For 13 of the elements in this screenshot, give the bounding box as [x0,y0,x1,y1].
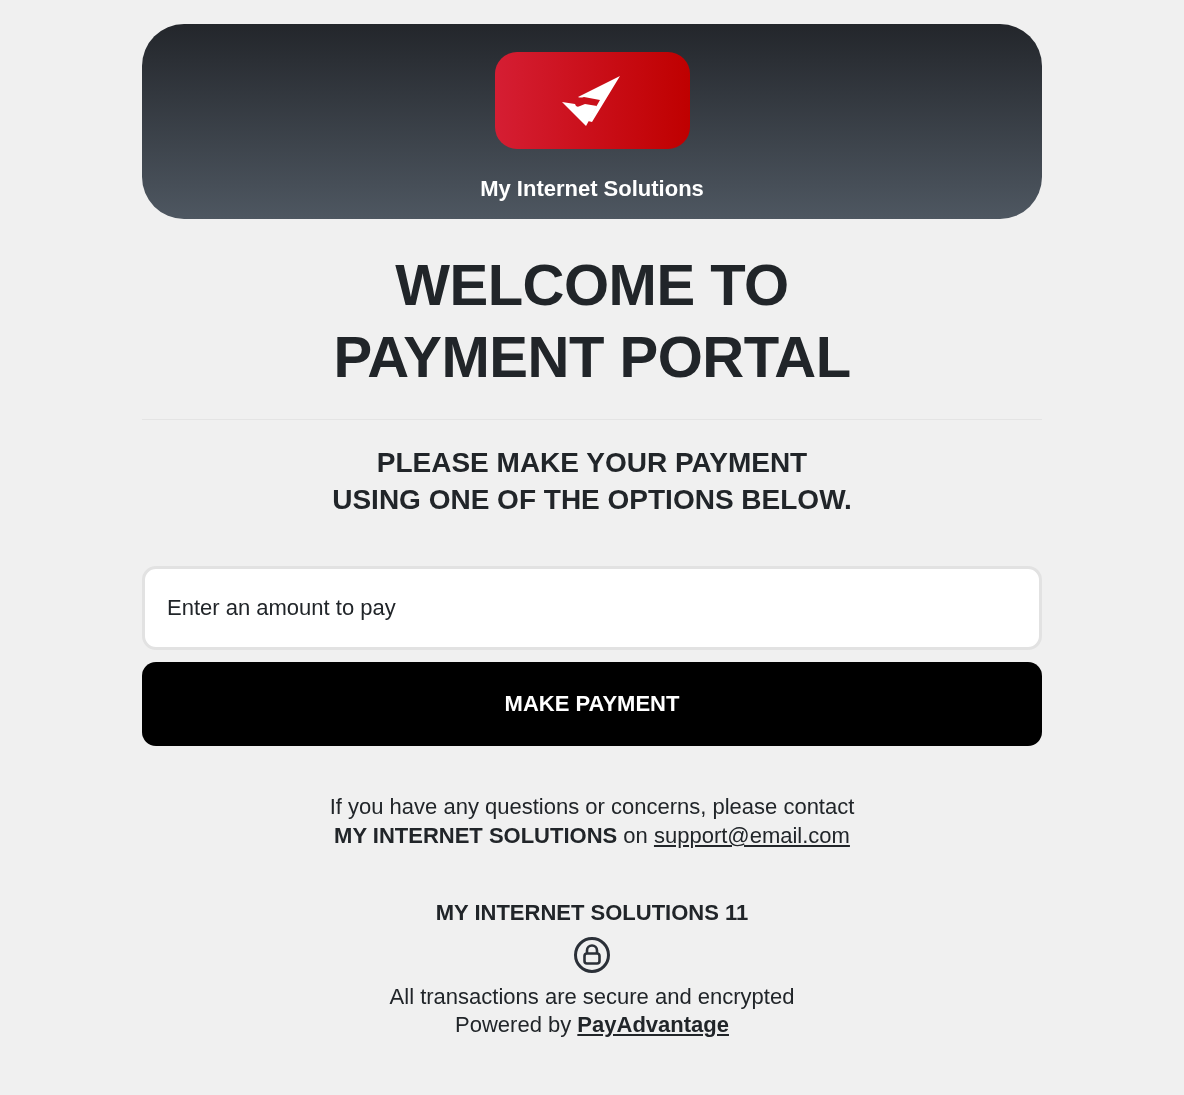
security-note: All transactions are secure and encrypted [389,984,795,1010]
email-link[interactable]: support@email.com [653,823,850,848]
account-name: MY INTERNET SOLUTIONS 11 [435,900,749,926]
make-payment-button[interactable]: MAKE PAYMENT [142,662,1042,746]
powered-by-label: Powered by [455,1012,572,1037]
amount-field[interactable]: Enter an amount to pay [142,566,1042,650]
logo-icon [494,52,690,149]
lock-icon [573,936,611,974]
payadvantage-link[interactable]: PayAdvantage [577,1012,729,1037]
instructions-heading: PLEASE MAKE YOUR PAYMENT USING ONE OF THE OPTIONS BELOW. [332,446,852,517]
page-title: WELCOME TO PAYMENT PORTAL [333,251,851,391]
contact-text: If you have any questions or concerns, please contact MY INTERNET SOLUTIONS on support@email.com [329,793,855,850]
company-name: My Internet Solutions [480,176,704,202]
